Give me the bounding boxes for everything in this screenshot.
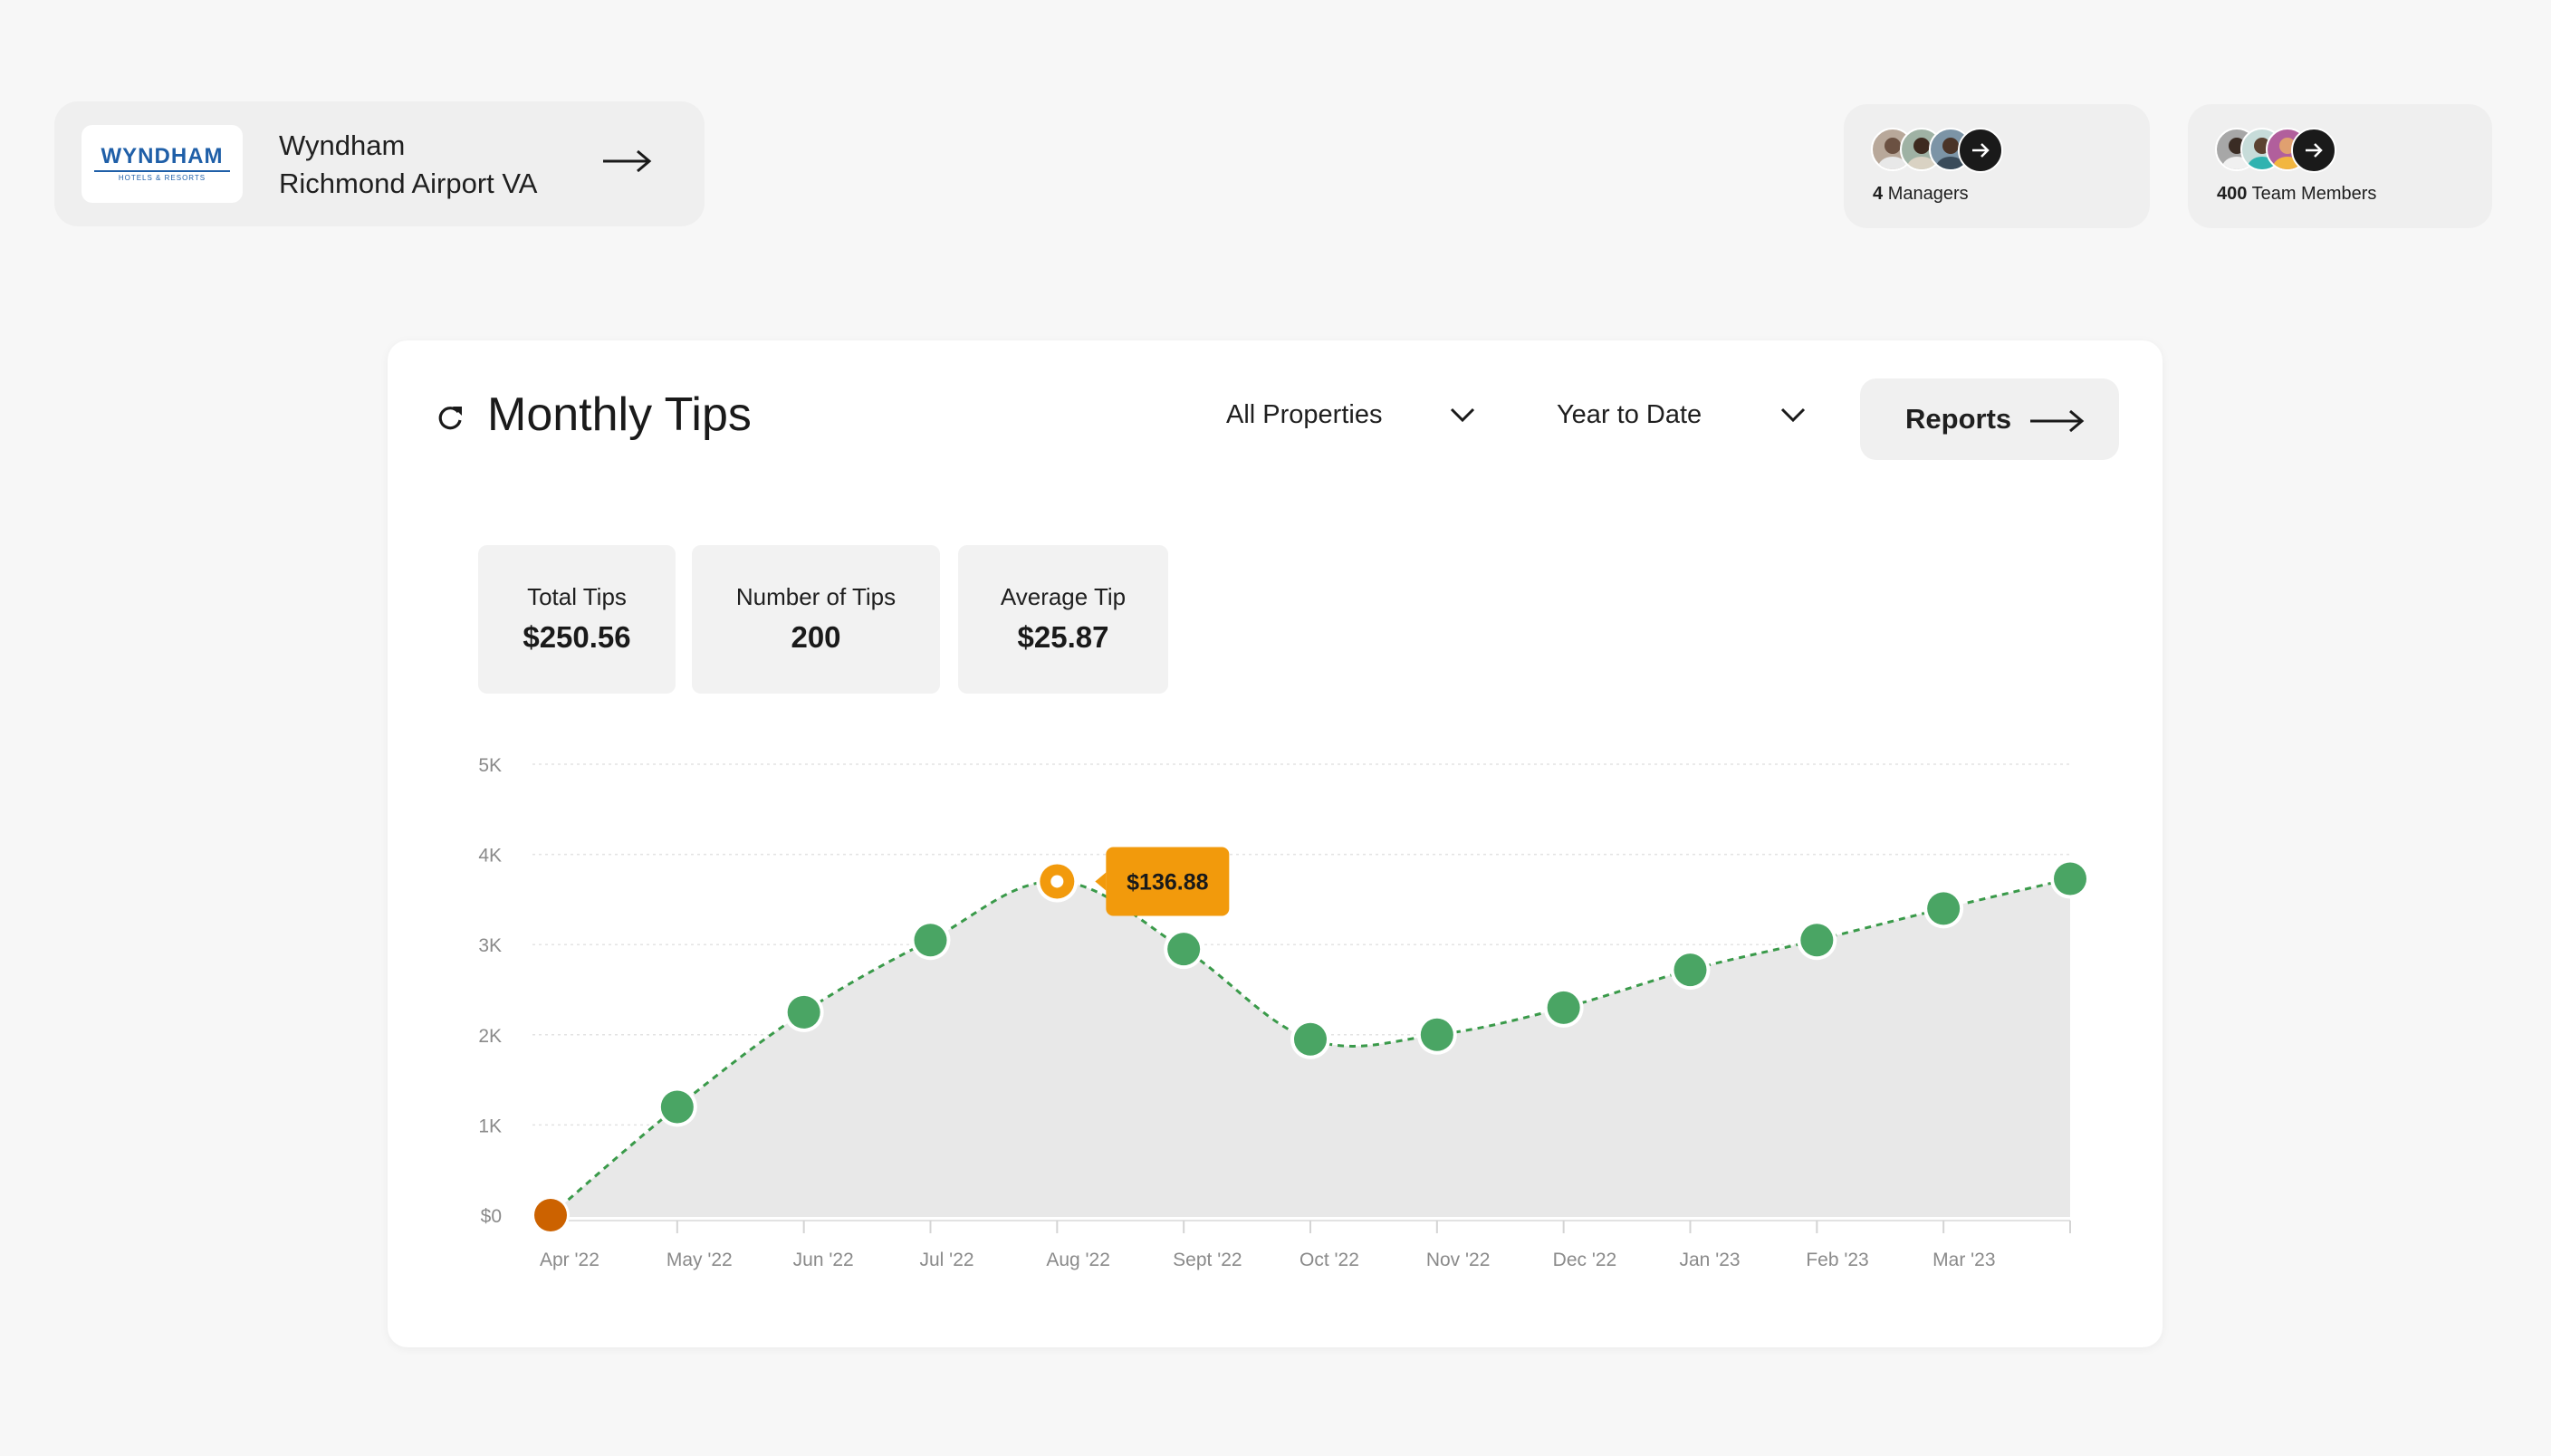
team-members-card[interactable]: 400 Team Members — [2188, 104, 2492, 228]
managers-count: 4 Managers — [1873, 184, 1969, 205]
x-tick-label: Jul '22 — [920, 1250, 974, 1270]
arrow-right-icon[interactable] — [2291, 128, 2336, 173]
monthly-tips-chart: $0 1K 2K 3K 4K 5K Apr '22 May '22 Jun '22 Jul '22… — [478, 755, 2090, 1270]
y-tick-label: 5K — [478, 755, 502, 776]
data-point — [914, 924, 947, 957]
data-point — [1673, 953, 1707, 987]
managers-count-number: 4 — [1873, 184, 1884, 204]
highlight-point-center — [1050, 875, 1064, 888]
tooltip-pointer — [1095, 872, 1107, 891]
x-tick-label: Aug '22 — [1046, 1250, 1110, 1270]
managers-count-label: Managers — [1887, 184, 1969, 204]
data-point — [1800, 924, 1834, 957]
y-tick-label: 1K — [478, 1116, 502, 1136]
arrow-right-icon[interactable] — [601, 148, 652, 174]
x-tick-label: May '22 — [667, 1250, 733, 1270]
x-tick-label: Nov '22 — [1426, 1250, 1491, 1270]
x-tick-label: Apr '22 — [540, 1250, 599, 1270]
y-tick-label: $0 — [481, 1206, 502, 1227]
y-tick-label: 4K — [478, 846, 502, 867]
team-members-count: 400 Team Members — [2217, 184, 2376, 205]
managers-card[interactable]: 4 Managers — [1844, 104, 2150, 228]
x-tick-label: Dec '22 — [1553, 1250, 1617, 1270]
x-tick-label: Jun '22 — [793, 1250, 854, 1270]
x-tick-label: Feb '23 — [1806, 1250, 1868, 1270]
property-name-line2: Richmond Airport VA — [279, 168, 538, 199]
monthly-tips-card: Monthly Tips All Properties Year to Date… — [388, 340, 2163, 1347]
logo-subtitle: HOTELS & RESORTS — [118, 174, 206, 182]
x-tick-label: Oct '22 — [1299, 1250, 1359, 1270]
y-tick-label: 3K — [478, 935, 502, 956]
team-count-label: Team Members — [2251, 184, 2377, 204]
data-point — [1167, 933, 1201, 966]
property-name: Wyndham Richmond Airport VA — [279, 127, 537, 203]
property-logo: WYNDHAM HOTELS & RESORTS — [82, 125, 243, 203]
team-count-number: 400 — [2217, 184, 2248, 204]
property-name-line1: Wyndham — [279, 129, 406, 161]
logo-wordmark: WYNDHAM — [101, 144, 224, 168]
tooltip-value: $136.88 — [1127, 869, 1208, 895]
data-point — [1547, 991, 1580, 1024]
property-card[interactable]: WYNDHAM HOTELS & RESORTS Wyndham Richmon… — [54, 101, 705, 226]
data-point — [1420, 1018, 1453, 1051]
x-tick-label: Mar '23 — [1932, 1250, 1995, 1270]
arrow-right-icon[interactable] — [1958, 128, 2003, 173]
y-tick-label: 2K — [478, 1026, 502, 1047]
data-point — [1294, 1022, 1327, 1056]
data-point — [660, 1090, 694, 1124]
x-tick-label: Jan '23 — [1680, 1250, 1741, 1270]
data-point — [2054, 862, 2086, 896]
data-point — [1927, 892, 1961, 925]
logo-rule — [94, 170, 230, 172]
x-tick-label: Sept '22 — [1173, 1250, 1242, 1270]
data-point — [787, 995, 820, 1029]
data-point-start — [534, 1199, 567, 1231]
